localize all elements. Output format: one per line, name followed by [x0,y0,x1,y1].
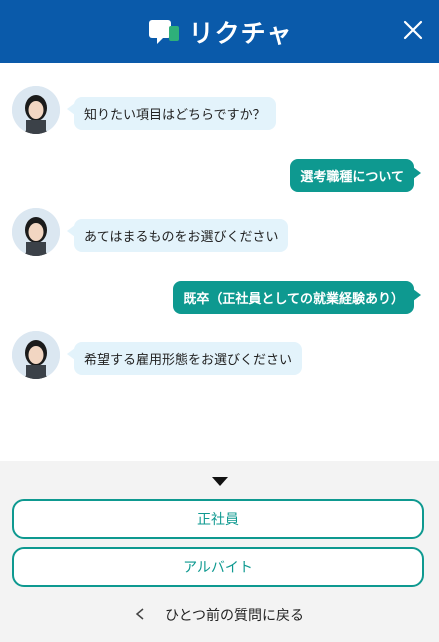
close-button[interactable] [397,16,429,48]
bot-message: あてはまるものをお選びください [12,208,289,256]
bot-message-bubble: あてはまるものをお選びください [66,219,289,252]
bot-message: 希望する雇用形態をお選びください [12,331,303,379]
app-header: リクチャ [0,0,439,63]
avatar [12,86,60,134]
chat-log: 知りたい項目はどちらですか？ 選考職種について あてはまるものをお選びください … [0,63,439,461]
option-button-arubaito[interactable]: アルバイト [12,547,424,587]
bot-message-bubble: 知りたい項目はどちらですか？ [67,97,276,130]
caret-down-icon [212,477,228,486]
answer-panel: 正社員 アルバイト ひとつ前の質問に戻る [0,461,439,642]
option-button-seishain[interactable]: 正社員 [12,499,424,539]
avatar [12,208,60,256]
bot-message: 知りたい項目はどちらですか？ [12,86,276,134]
user-message-bubble: 選考職種について [290,159,421,192]
app-logo: リクチャ [147,14,293,50]
back-label: ひとつ前の質問に戻る [164,608,305,624]
user-message-bubble: 既卒（正社員としての就業経験あり） [173,281,421,314]
chevron-left-icon [135,608,145,624]
bot-message-bubble: 希望する雇用形態をお選びください [66,342,303,375]
chat-bubble-icon [147,18,181,46]
close-icon [403,20,423,44]
avatar [12,331,60,379]
back-to-previous-question[interactable]: ひとつ前の質問に戻る [0,605,439,625]
app-title: リクチャ [188,18,293,48]
